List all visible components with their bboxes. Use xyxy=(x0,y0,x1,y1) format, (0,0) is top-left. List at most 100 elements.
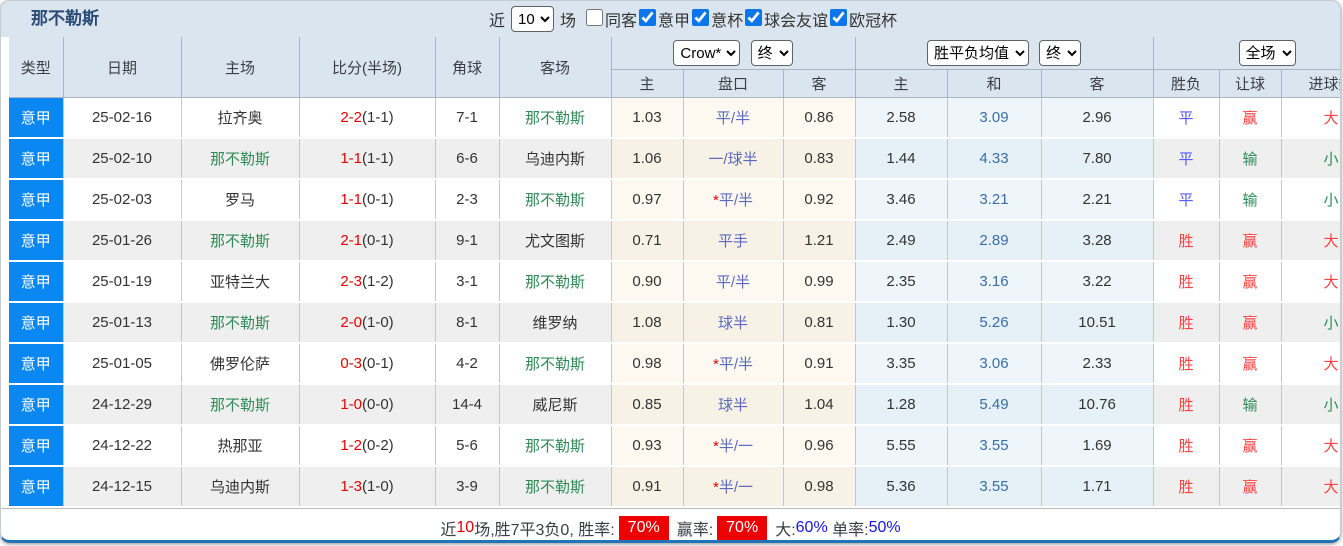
recent-count-select[interactable]: 10 xyxy=(511,6,555,32)
league-badge: 意甲 xyxy=(9,220,64,262)
col-header-corner: 角球 xyxy=(435,37,500,98)
col-header-type: 类型 xyxy=(9,37,64,98)
filter-label[interactable]: 欧冠杯 xyxy=(849,13,897,30)
summary-record: 场,胜7平3负0, 胜率: xyxy=(474,521,615,539)
corner-count: 14-4 xyxy=(435,384,500,426)
sub-header-avg-draw: 和 xyxy=(947,69,1042,98)
fulltime-score: 2-2 xyxy=(340,109,362,126)
odds-away: 0.86 xyxy=(783,97,856,139)
filter-checkbox-同客[interactable] xyxy=(586,9,604,26)
handicap-line: 一/球半 xyxy=(708,151,758,168)
halftime-score: (1-2) xyxy=(362,273,394,290)
table-row: 意甲 25-02-10 那不勒斯 1-1(1-1) 6-6 乌迪内斯 1.06 … xyxy=(9,138,1340,180)
home-team: 乌迪内斯 xyxy=(181,466,300,508)
home-team: 那不勒斯 xyxy=(181,220,300,262)
avg-home-odds: 1.44 xyxy=(855,138,948,180)
avg-away-odds: 1.71 xyxy=(1041,466,1154,508)
fulltime-score: 0-3 xyxy=(340,355,362,372)
corner-count: 2-3 xyxy=(435,179,500,221)
away-team: 那不勒斯 xyxy=(499,343,612,385)
table-row: 意甲 24-12-22 热那亚 1-2(0-2) 5-6 那不勒斯 0.93 *… xyxy=(9,425,1340,467)
match-date: 25-02-16 xyxy=(63,97,182,139)
avg-away-odds: 2.96 xyxy=(1041,97,1154,139)
handicap-result-cell: 赢 xyxy=(1219,97,1282,139)
halftime-score: (0-1) xyxy=(362,355,394,372)
summary-bar: 近 10 场,胜7平3负0, 胜率: 70% 赢率: 70% 大: 60% 单率: 50% xyxy=(1,508,1340,540)
handicap-line: 半/一 xyxy=(718,479,753,496)
filter-label[interactable]: 同客 xyxy=(605,13,637,30)
avg-type-select[interactable]: 胜平负均值 xyxy=(926,40,1029,66)
odds-time-select[interactable]: 终 xyxy=(750,40,793,66)
avg-draw-odds: 3.55 xyxy=(947,466,1042,508)
filter-checkbox-欧冠杯[interactable] xyxy=(830,9,848,26)
home-team: 佛罗伦萨 xyxy=(181,343,300,385)
fulltime-score: 1-3 xyxy=(340,478,362,495)
filter-label[interactable]: 意甲 xyxy=(658,13,690,30)
handicap-cell: 球半 xyxy=(683,302,784,344)
halftime-score: (0-1) xyxy=(362,191,394,208)
summary-prefix: 近 xyxy=(440,521,457,539)
col-header-home: 主场 xyxy=(181,37,300,98)
score-cell: 1-2(0-2) xyxy=(299,425,436,467)
single-rate: 50% xyxy=(868,518,901,536)
sub-header-odds-home: 主 xyxy=(611,69,684,98)
result-cell: 胜 xyxy=(1153,425,1220,467)
halftime-score: (1-1) xyxy=(362,150,394,167)
odds-home: 0.90 xyxy=(611,261,684,303)
away-team: 维罗纳 xyxy=(499,302,612,344)
handicap-rate-badge: 70% xyxy=(717,515,768,540)
fulltime-score: 2-3 xyxy=(340,273,362,290)
filter-label[interactable]: 意杯 xyxy=(711,13,743,30)
filter-controls: 近 10 场 同客 意甲 意杯 球会友谊 欧冠杯 xyxy=(489,1,897,37)
corner-count: 6-6 xyxy=(435,138,500,180)
handicap-result-cell: 输 xyxy=(1219,138,1282,180)
games-label: 场 xyxy=(560,13,577,30)
match-date: 25-01-05 xyxy=(63,343,182,385)
home-team: 那不勒斯 xyxy=(181,302,300,344)
table-row: 意甲 25-01-05 佛罗伦萨 0-3(0-1) 4-2 那不勒斯 0.98 … xyxy=(9,343,1340,385)
avg-home-odds: 2.58 xyxy=(855,97,948,139)
goals-result-cell: 大 xyxy=(1281,220,1340,262)
table-row: 意甲 24-12-29 那不勒斯 1-0(0-0) 14-4 威尼斯 0.85 … xyxy=(9,384,1340,426)
home-team: 那不勒斯 xyxy=(181,384,300,426)
odds-home: 0.93 xyxy=(611,425,684,467)
bookmaker-select[interactable]: Crow* xyxy=(673,40,741,66)
sub-header-goals: 进球数 xyxy=(1281,69,1340,98)
corner-count: 4-2 xyxy=(435,343,500,385)
league-badge: 意甲 xyxy=(9,261,64,303)
avg-time-select[interactable]: 终 xyxy=(1039,40,1082,66)
league-badge: 意甲 xyxy=(9,179,64,221)
handicap-cell: *半/一 xyxy=(683,466,784,508)
league-badge: 意甲 xyxy=(9,466,64,508)
filter-checkbox-球会友谊[interactable] xyxy=(745,9,763,26)
league-badge: 意甲 xyxy=(9,302,64,344)
filter-checkbox-意杯[interactable] xyxy=(692,9,710,26)
score-cell: 2-1(0-1) xyxy=(299,220,436,262)
away-team: 那不勒斯 xyxy=(499,466,612,508)
match-date: 24-12-15 xyxy=(63,466,182,508)
handicap-result-cell: 赢 xyxy=(1219,425,1282,467)
league-badge: 意甲 xyxy=(9,138,64,180)
home-team: 罗马 xyxy=(181,179,300,221)
handicap-line: 平/半 xyxy=(718,192,753,209)
match-date: 25-02-03 xyxy=(63,179,182,221)
stats-table: 类型 日期 主场 比分(半场) 角球 客场 Crow* 终 胜平负均值 终 全场… xyxy=(9,37,1340,508)
odds-home: 1.08 xyxy=(611,302,684,344)
goals-result-cell: 大 xyxy=(1281,343,1340,385)
goals-result-cell: 小 xyxy=(1281,384,1340,426)
handicap-cell: 平手 xyxy=(683,220,784,262)
avg-draw-odds: 3.09 xyxy=(947,97,1042,139)
corner-count: 8-1 xyxy=(435,302,500,344)
scope-select[interactable]: 全场 xyxy=(1238,40,1296,66)
away-team: 乌迪内斯 xyxy=(499,138,612,180)
handicap-result-cell: 输 xyxy=(1219,179,1282,221)
odds-away: 0.99 xyxy=(783,261,856,303)
fulltime-score: 1-1 xyxy=(340,150,362,167)
goals-result-cell: 大 xyxy=(1281,97,1340,139)
filter-checkbox-意甲[interactable] xyxy=(639,9,657,26)
odds-away: 0.81 xyxy=(783,302,856,344)
avg-draw-odds: 3.16 xyxy=(947,261,1042,303)
halftime-score: (1-1) xyxy=(362,109,394,126)
odds-home: 0.91 xyxy=(611,466,684,508)
filter-label[interactable]: 球会友谊 xyxy=(764,13,828,30)
